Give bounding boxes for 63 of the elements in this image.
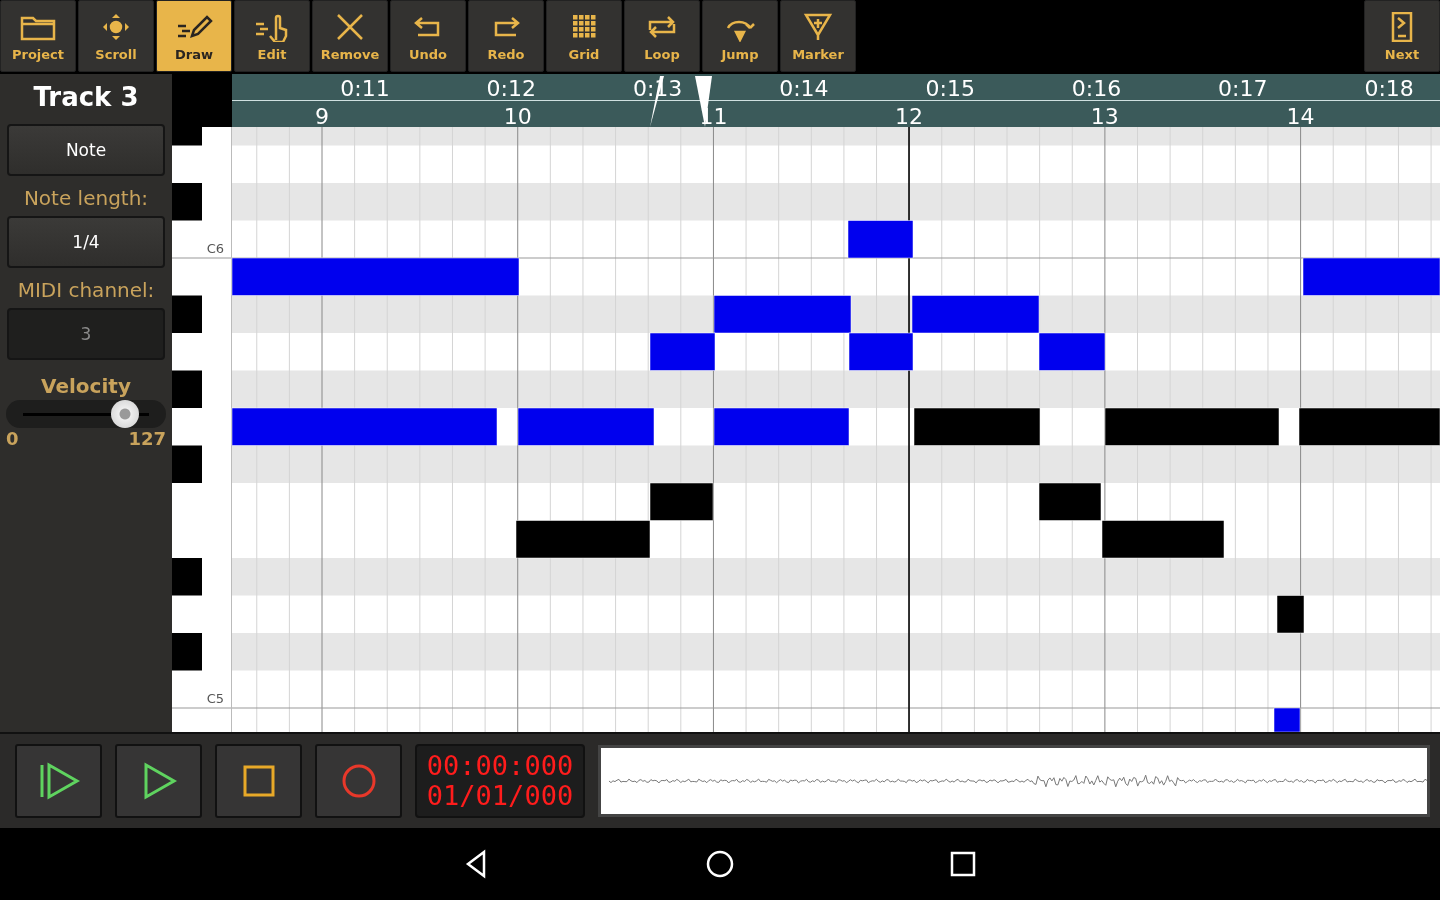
midi-note[interactable] [649, 482, 714, 521]
next-button[interactable]: Next [1364, 0, 1440, 72]
midi-note[interactable] [847, 220, 914, 259]
velocity-slider[interactable] [6, 400, 166, 428]
key-label: C5 [206, 691, 224, 706]
recents-icon[interactable] [948, 849, 978, 879]
note-length-button[interactable]: 1/4 [7, 216, 165, 268]
tool-button[interactable]: Marker [780, 0, 856, 72]
tool-button[interactable]: Grid [546, 0, 622, 72]
midi-note[interactable] [231, 407, 498, 446]
midi-note[interactable] [1276, 595, 1305, 634]
position-readout: 01/01/000 [426, 781, 574, 811]
velocity-min: 0 [6, 428, 19, 449]
midi-note[interactable] [1104, 407, 1280, 446]
midi-note[interactable] [713, 407, 850, 446]
bar-number: 14 [1286, 104, 1315, 129]
tool-button[interactable]: Jump [702, 0, 778, 72]
midi-note[interactable] [1038, 482, 1102, 521]
stop-button[interactable] [215, 744, 302, 818]
midi-note[interactable] [848, 332, 914, 371]
tool-button[interactable]: Edit [234, 0, 310, 72]
midi-note[interactable] [515, 520, 651, 559]
slider-thumb[interactable] [111, 399, 140, 428]
home-icon[interactable] [705, 849, 735, 879]
tool-button[interactable]: Undo [390, 0, 466, 72]
bar-number: 10 [503, 104, 532, 129]
note-mode-button[interactable]: Note [7, 124, 165, 176]
midi-note[interactable] [713, 295, 852, 334]
time-label: 0:12 [486, 76, 536, 101]
time-readout: 00:00:000 [426, 751, 574, 781]
note-length-label: Note length: [23, 185, 149, 212]
piano-keyboard[interactable] [172, 126, 233, 732]
bar-number: 12 [895, 104, 924, 129]
waveform-overview[interactable] [598, 745, 1430, 817]
tool-button[interactable]: Remove [312, 0, 388, 72]
time-label: 0:11 [340, 76, 390, 101]
time-label: 0:14 [779, 76, 829, 101]
midi-note[interactable] [1038, 332, 1106, 371]
tool-button[interactable]: Draw [156, 0, 232, 72]
tool-button[interactable]: Redo [468, 0, 544, 72]
track-title: Track 3 [33, 81, 139, 114]
midi-note[interactable] [911, 295, 1040, 334]
play-from-start-button[interactable] [15, 744, 102, 818]
midi-note[interactable] [1101, 520, 1225, 559]
tool-button[interactable]: Scroll [78, 0, 154, 72]
bar-number: 13 [1090, 104, 1119, 129]
play-button[interactable] [115, 744, 202, 818]
bar-number: 9 [315, 104, 329, 129]
velocity-max: 127 [128, 428, 166, 449]
tool-button[interactable]: Project [0, 0, 76, 72]
midi-note[interactable] [517, 407, 655, 446]
time-label: 0:16 [1071, 76, 1122, 101]
midi-note[interactable] [649, 332, 716, 371]
record-button[interactable] [315, 744, 402, 818]
time-label: 0:15 [925, 76, 975, 101]
midi-note[interactable] [913, 407, 1041, 446]
key-label: C6 [206, 241, 224, 256]
tool-button[interactable]: Loop [624, 0, 700, 72]
time-label: 0:17 [1218, 76, 1268, 101]
time-label: 0:18 [1364, 76, 1414, 101]
midi-note[interactable] [231, 257, 520, 296]
velocity-label: Velocity [41, 373, 131, 400]
midi-channel-label: MIDI channel: [17, 277, 155, 304]
